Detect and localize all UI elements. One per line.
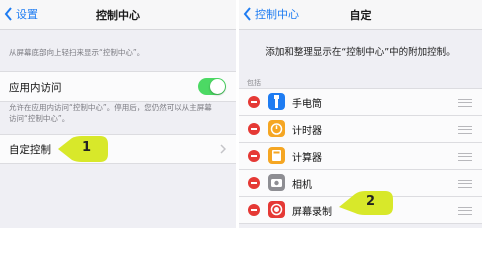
item-label: 相机: [292, 180, 312, 191]
calculator-icon: [268, 147, 285, 164]
customize-controls-label: 自定控制: [9, 144, 51, 156]
app-access-row: 应用内访问: [0, 71, 236, 102]
item-label: 屏幕录制: [292, 207, 332, 218]
app-access-toggle[interactable]: [198, 78, 226, 95]
remove-icon[interactable]: [248, 177, 260, 189]
header-text: 添加和整理显示在“控制中心”中的附加控制。: [265, 47, 456, 58]
camera-icon: [268, 174, 285, 191]
reorder-handle-icon[interactable]: [458, 153, 472, 161]
app-access-label: 应用内访问: [9, 82, 62, 94]
access-note-line1: 允许在应用内访问“控制中心”。停用后，您仍然可以从主屏幕: [9, 103, 212, 112]
reorder-handle-icon[interactable]: [458, 99, 472, 107]
nav-bar: 控制中心 自定: [239, 0, 482, 30]
list-item: 手电筒: [239, 89, 482, 116]
control-center-settings-screen: 设置 控制中心 从屏幕底部向上轻扫来显示“控制中心”。 应用内访问 允许在应用内…: [0, 0, 236, 228]
timer-icon: [268, 120, 285, 137]
screen-record-icon: [268, 201, 285, 218]
remove-icon[interactable]: [248, 150, 260, 162]
reorder-handle-icon[interactable]: [458, 207, 472, 215]
callout-number: 2: [366, 194, 376, 209]
callout-2: 2: [337, 188, 395, 218]
list-item: 计算器: [239, 143, 482, 170]
remove-icon[interactable]: [248, 123, 260, 135]
reorder-handle-icon[interactable]: [458, 126, 472, 134]
toggle-knob: [210, 79, 225, 94]
remove-icon[interactable]: [248, 96, 260, 108]
customize-screen: 控制中心 自定 添加和整理显示在“控制中心”中的附加控制。 包括 手电筒 计时器: [239, 0, 482, 228]
remove-icon[interactable]: [248, 204, 260, 216]
chevron-right-icon: [220, 144, 226, 154]
section-label: 包括: [247, 79, 261, 87]
nav-bar: 设置 控制中心: [0, 0, 236, 30]
access-note-line2: 访问“控制中心”。: [9, 114, 70, 123]
item-label: 计时器: [292, 126, 322, 137]
flashlight-icon: [268, 93, 285, 110]
reorder-handle-icon[interactable]: [458, 180, 472, 188]
callout-number: 1: [82, 140, 92, 155]
item-label: 计算器: [292, 153, 322, 164]
callout-1: 1: [56, 134, 110, 164]
list-item: 计时器: [239, 116, 482, 143]
item-label: 手电筒: [292, 99, 322, 110]
customize-controls-row[interactable]: 自定控制: [0, 134, 236, 164]
page-title: 自定: [349, 9, 372, 22]
page-title: 控制中心: [96, 9, 140, 22]
description-text: 从屏幕底部向上轻扫来显示“控制中心”。: [9, 48, 145, 57]
